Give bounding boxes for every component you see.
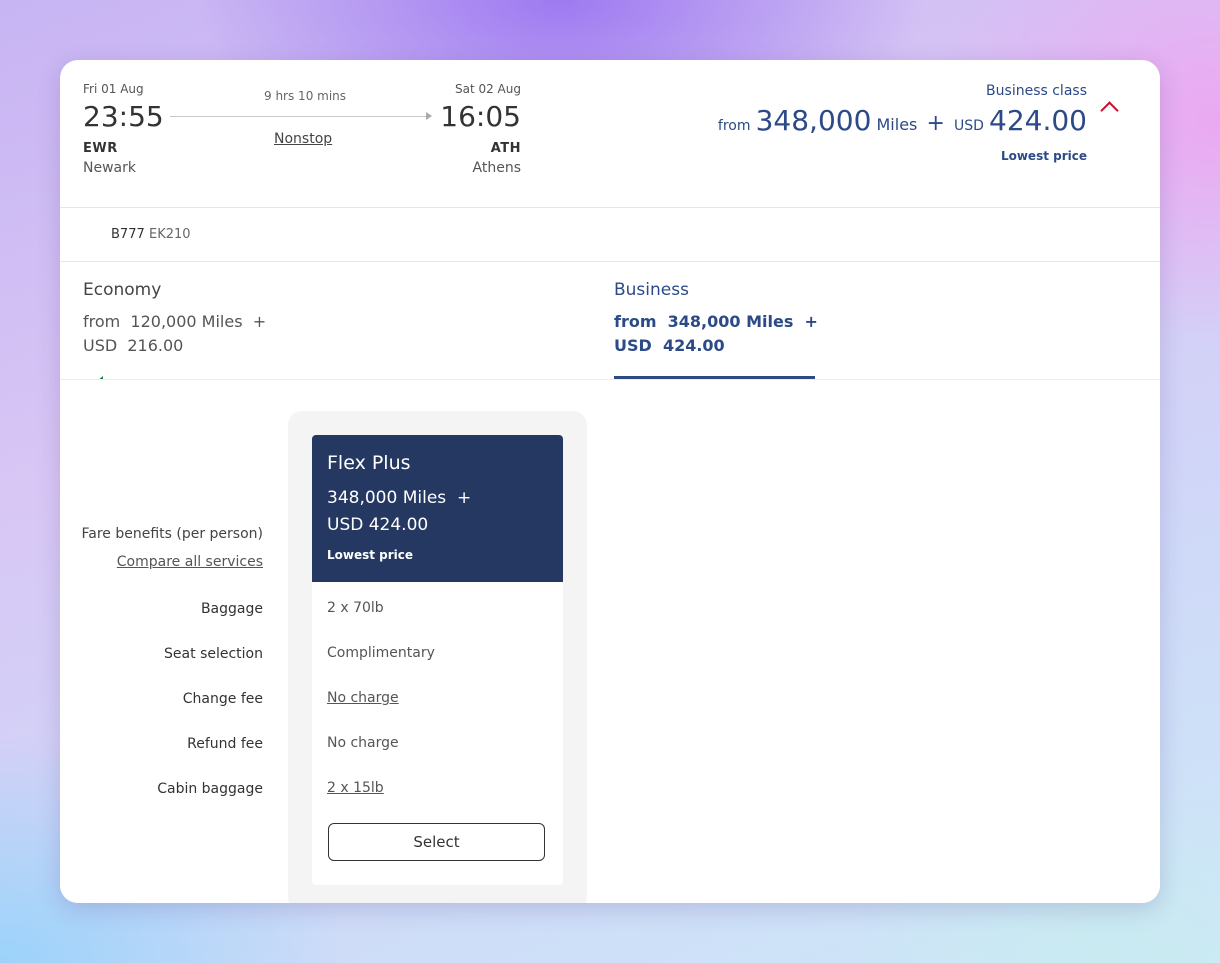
summary-price: from 348,000 Miles + USD 424.00 (718, 104, 1087, 137)
departure-city: Newark (83, 160, 136, 176)
benefit-value-seat-selection: Complimentary (327, 645, 435, 661)
arrival-city: Athens (472, 160, 521, 176)
departure-code: EWR (83, 141, 118, 156)
from-label: from (717, 118, 751, 134)
price-amount: 424.00 (989, 104, 1087, 137)
flight-card: Fri 01 Aug 23:55 EWR Newark 9 hrs 10 min… (60, 60, 1160, 903)
departure-date: Fri 01 Aug (83, 82, 144, 96)
benefit-label-baggage: Baggage (200, 601, 263, 617)
cabin-class-label: Business class (986, 83, 1087, 99)
benefit-label-change-fee: Change fee (182, 691, 263, 707)
tab-business-amount: 424.00 (662, 336, 725, 355)
tab-economy-from: from (83, 312, 121, 331)
tab-business-label: Business (614, 280, 689, 300)
compare-services-link[interactable]: Compare all services (117, 554, 263, 570)
benefit-label-seat-selection: Seat selection (164, 646, 263, 662)
benefit-value-cabin-baggage[interactable]: 2 x 15lb (327, 780, 384, 796)
tab-business-price-line2: USD 424.00 (614, 336, 725, 355)
tab-economy-currency: USD (83, 336, 118, 355)
fare-card: Flex Plus 348,000 Miles + USD 424.00 Low… (312, 435, 563, 885)
lowest-price-badge: Lowest price (1000, 149, 1087, 163)
tab-economy-label: Economy (83, 280, 162, 300)
tab-economy-miles: 120,000 Miles (130, 312, 243, 331)
flight-number: EK210 (149, 227, 191, 242)
tab-economy-price-line2: USD 216.00 (83, 336, 183, 355)
tab-business-from: from (614, 312, 657, 331)
benefit-label-refund-fee: Refund fee (187, 736, 263, 752)
aircraft-info: B777 EK210 (60, 208, 1160, 390)
selected-tab-indicator (614, 376, 815, 379)
tab-economy-price-line1: from 120,000 Miles + (83, 312, 266, 331)
fare-benefits-title: Fare benefits (per person) (81, 526, 263, 542)
select-button[interactable]: Select (328, 823, 545, 861)
aircraft-type: B777 (111, 227, 145, 242)
arrival-time: 16:05 (440, 100, 521, 133)
tab-economy-amount: 216.00 (127, 336, 184, 355)
miles-value: 348,000 (755, 104, 872, 137)
fare-badge: Lowest price (327, 548, 414, 562)
currency-label: USD (954, 118, 984, 134)
fare-miles: 348,000 Miles (327, 488, 447, 508)
tab-business[interactable]: Business from 348,000 Miles + USD 424.00 (590, 262, 1160, 379)
cabin-tabs: Economy from 120,000 Miles + USD 216.00 … (60, 262, 1160, 380)
benefit-value-baggage: 2 x 70lb (327, 600, 384, 616)
miles-unit: Miles (876, 115, 918, 134)
nonstop-link[interactable]: Nonstop (274, 131, 332, 147)
chevron-up-icon[interactable] (1100, 101, 1119, 120)
fare-header: Flex Plus 348,000 Miles + USD 424.00 Low… (312, 435, 563, 582)
flight-summary[interactable]: Fri 01 Aug 23:55 EWR Newark 9 hrs 10 min… (60, 60, 1160, 208)
tab-business-plus: + (804, 312, 818, 331)
arrow-right-icon (426, 112, 432, 120)
fare-details: Fare benefits (per person) Compare all s… (60, 380, 1160, 903)
tab-economy-plus: + (252, 312, 267, 331)
flight-duration: 9 hrs 10 mins (264, 89, 347, 103)
fare-name: Flex Plus (327, 452, 411, 474)
route-line (170, 116, 430, 117)
tab-business-miles: 348,000 Miles (667, 312, 794, 331)
tab-business-price-line1: from 348,000 Miles + (614, 312, 818, 331)
benefit-label-cabin-baggage: Cabin baggage (157, 781, 263, 797)
tab-economy[interactable]: Economy from 120,000 Miles + USD 216.00 (60, 262, 590, 379)
arrival-date: Sat 02 Aug (454, 82, 521, 96)
tab-business-currency: USD (614, 336, 652, 355)
fare-price: USD 424.00 (327, 515, 429, 535)
plus-sign: + (926, 111, 945, 136)
fare-plus: + (456, 488, 472, 508)
benefit-value-refund-fee: No charge (327, 735, 399, 751)
fare-column: Flex Plus 348,000 Miles + USD 424.00 Low… (288, 411, 587, 903)
departure-time: 23:55 (83, 100, 164, 133)
benefit-value-change-fee[interactable]: No charge (327, 690, 399, 706)
arrival-code: ATH (490, 141, 521, 156)
fare-miles-line: 348,000 Miles + (327, 488, 471, 508)
